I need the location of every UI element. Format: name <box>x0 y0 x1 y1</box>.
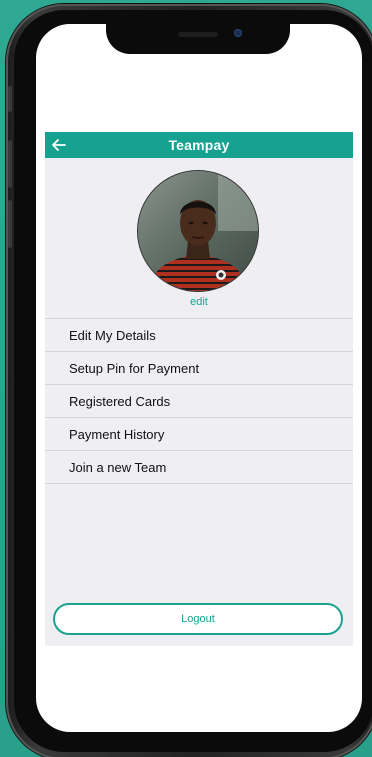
page-title: Teampay <box>168 137 230 153</box>
phone-notch <box>106 18 290 54</box>
avatar[interactable] <box>137 170 259 292</box>
settings-menu: Edit My Details Setup Pin for Payment Re… <box>45 318 353 484</box>
app-bar: Teampay <box>45 132 353 158</box>
mute-switch <box>8 86 12 112</box>
app-screen: Teampay edit Edit My Details Setup Pin f… <box>45 132 353 646</box>
stage: Teampay edit Edit My Details Setup Pin f… <box>0 0 372 757</box>
profile-photo <box>138 171 258 291</box>
volume-down-button <box>8 200 12 248</box>
edit-photo-link[interactable]: edit <box>45 296 353 308</box>
menu-item-payment-history[interactable]: Payment History <box>45 418 353 451</box>
menu-item-registered-cards[interactable]: Registered Cards <box>45 385 353 418</box>
menu-item-edit-details[interactable]: Edit My Details <box>45 319 353 352</box>
volume-up-button <box>8 140 12 188</box>
speaker-grille <box>178 32 218 37</box>
front-camera <box>234 29 242 37</box>
menu-item-join-team[interactable]: Join a new Team <box>45 451 353 484</box>
menu-item-setup-pin[interactable]: Setup Pin for Payment <box>45 352 353 385</box>
logout-button[interactable]: Logout <box>53 603 343 635</box>
